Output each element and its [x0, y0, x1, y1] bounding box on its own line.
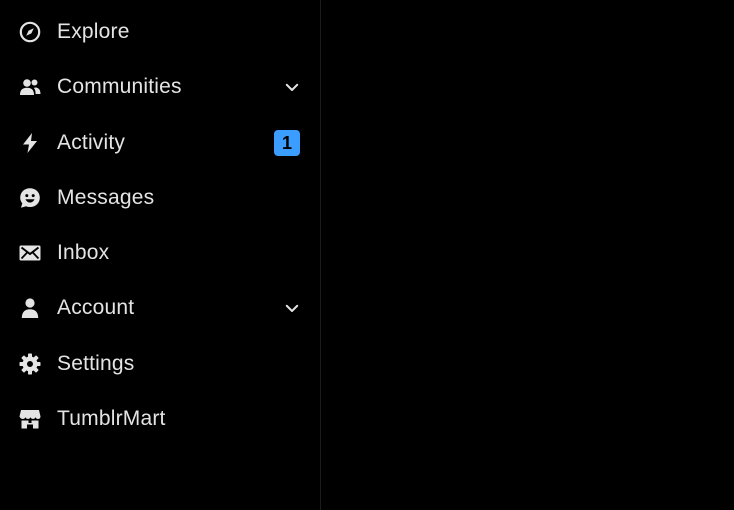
chevron-down-icon[interactable]: [281, 76, 303, 98]
compass-icon: [18, 20, 42, 44]
sidebar-item-label: Communities: [57, 75, 182, 98]
sidebar-item-account[interactable]: Account: [0, 284, 320, 332]
notification-badge: 1: [274, 130, 300, 156]
sidebar-item-label: Messages: [57, 186, 155, 209]
sidebar-item-label: Inbox: [57, 241, 110, 264]
crying-face-emoji: 😭: [596, 327, 618, 347]
sidebar-item-label: Settings: [57, 352, 135, 375]
sidebar-item-label: TumblrMart: [57, 407, 166, 430]
lightning-icon: [18, 131, 42, 155]
sidebar-item-inbox[interactable]: Inbox: [0, 229, 320, 277]
envelope-icon: [18, 241, 42, 265]
people-icon: [18, 75, 42, 99]
sidebar-item-tumblrmart[interactable]: TumblrMart: [0, 395, 320, 443]
sidebar-item-messages[interactable]: Messages: [0, 174, 320, 222]
sidebar-item-communities[interactable]: Communities: [0, 63, 320, 111]
gear-icon: [18, 352, 42, 376]
sidebar-item-label: Explore: [57, 20, 130, 43]
storefront-icon: [18, 407, 42, 431]
sidebar-item-activity[interactable]: Activity 1: [0, 119, 320, 167]
sidebar-item-label: Account: [57, 296, 135, 319]
sidebar-item-explore[interactable]: Explore: [0, 8, 320, 56]
person-icon: [18, 296, 42, 320]
smiley-bubble-icon: [18, 186, 42, 210]
sidebar-item-label: Activity: [57, 131, 126, 154]
main-content-area: [321, 0, 734, 510]
sidebar-item-settings[interactable]: Settings: [0, 340, 320, 388]
chevron-down-icon[interactable]: [281, 297, 303, 319]
sidebar-menu: Explore Communities Activity 1 Messages …: [0, 0, 321, 510]
app-window: Explore Communities Activity 1 Messages …: [0, 0, 734, 510]
